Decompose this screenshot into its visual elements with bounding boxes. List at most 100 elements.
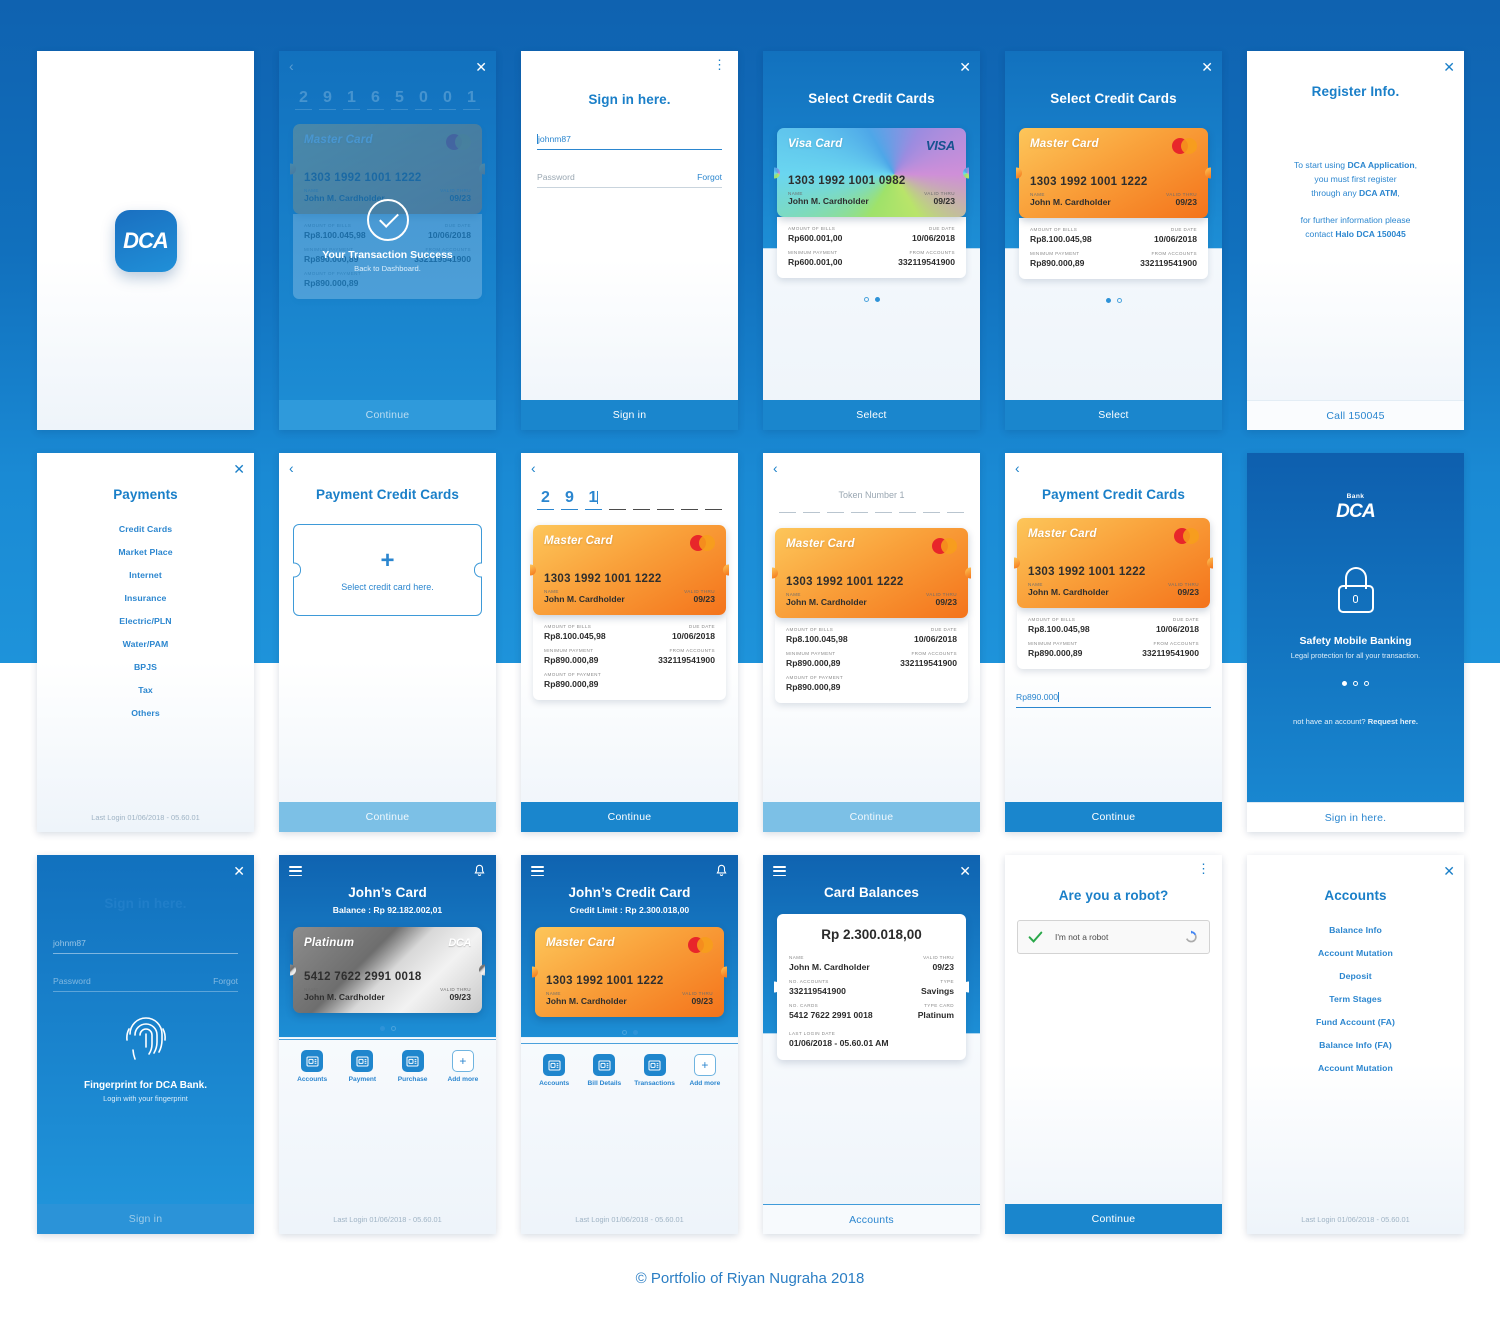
pin-digit[interactable]	[633, 489, 650, 510]
card-area[interactable]: Platinum DCA 5412 7622 2991 0018 NAME Jo…	[293, 927, 482, 1013]
continue-button[interactable]: Continue	[279, 802, 496, 832]
carousel-dot[interactable]	[1353, 681, 1358, 686]
token-digit[interactable]	[947, 510, 964, 513]
back-icon[interactable]: ‹	[531, 461, 536, 475]
menu-icon[interactable]	[773, 866, 786, 877]
back-icon[interactable]: ‹	[289, 461, 294, 475]
select-button[interactable]: Select	[1005, 400, 1222, 430]
password-field[interactable]: Password Forgot	[53, 976, 238, 992]
menu-item-water-pam[interactable]: Water/PAM	[37, 639, 254, 649]
captcha-widget[interactable]: I'm not a robot	[1017, 920, 1210, 954]
menu-item-account-mutation[interactable]: Account Mutation	[1247, 948, 1464, 958]
continue-button[interactable]: Continue	[279, 400, 496, 430]
username-field[interactable]: johnm87	[537, 134, 722, 150]
card-area[interactable]: Visa Card VISA 1303 1992 1001 0982 NAME …	[777, 128, 966, 278]
back-icon[interactable]: ‹	[1015, 461, 1020, 475]
carousel-dot-active[interactable]	[1105, 298, 1111, 303]
token-digit[interactable]	[851, 510, 868, 513]
menu-icon[interactable]	[531, 866, 544, 877]
menu-item-electric-pln[interactable]: Electric/PLN	[37, 616, 254, 626]
close-icon[interactable]: ✕	[959, 60, 971, 74]
quick-action-payment[interactable]: Payment	[340, 1050, 384, 1083]
pin-digit[interactable]	[657, 489, 674, 510]
signin-button[interactable]: Sign in	[37, 1204, 254, 1234]
menu-item-credit-cards[interactable]: Credit Cards	[37, 524, 254, 534]
pin-input[interactable]: 2 9 1	[521, 489, 738, 510]
carousel-dot[interactable]	[621, 1030, 627, 1035]
menu-item-others[interactable]: Others	[37, 708, 254, 718]
quick-action-accounts[interactable]: Accounts	[290, 1050, 334, 1083]
menu-item-market-place[interactable]: Market Place	[37, 547, 254, 557]
token-digit[interactable]	[803, 510, 820, 513]
pin-digit[interactable]: 9	[561, 489, 578, 510]
carousel-dots[interactable]	[763, 297, 980, 302]
password-field[interactable]: Password Forgot	[537, 172, 722, 188]
close-icon[interactable]: ✕	[1443, 60, 1455, 74]
pin-digit[interactable]	[705, 489, 722, 510]
menu-item-fund-account-fa[interactable]: Fund Account (FA)	[1247, 1017, 1464, 1027]
select-credit-card-dropzone[interactable]: + Select credit card here.	[293, 524, 482, 616]
quick-action-accounts[interactable]: Accounts	[532, 1054, 576, 1087]
payment-amount-field[interactable]: Rp890.000	[1016, 692, 1211, 708]
token-digit[interactable]	[899, 510, 916, 513]
select-button[interactable]: Select	[763, 400, 980, 430]
forgot-link[interactable]: Forgot	[213, 976, 238, 986]
menu-item-balance-info[interactable]: Balance Info	[1247, 925, 1464, 935]
menu-item-account-mutation-2[interactable]: Account Mutation	[1247, 1063, 1464, 1073]
forgot-link[interactable]: Forgot	[697, 172, 722, 182]
continue-button[interactable]: Continue	[521, 802, 738, 832]
call-button[interactable]: Call 150045	[1247, 400, 1464, 430]
menu-item-term-stages[interactable]: Term Stages	[1247, 994, 1464, 1004]
carousel-dot[interactable]	[1116, 298, 1122, 303]
token-digit[interactable]	[827, 510, 844, 513]
carousel-dots[interactable]	[1247, 681, 1464, 686]
signin-here-button[interactable]: Sign in here.	[1247, 802, 1464, 832]
quick-action-transactions[interactable]: Transactions	[633, 1054, 677, 1087]
close-icon[interactable]: ✕	[1443, 864, 1455, 878]
pin-digit[interactable]: 1	[585, 489, 602, 510]
carousel-dot-active[interactable]	[874, 297, 880, 302]
token-input[interactable]	[763, 510, 980, 513]
menu-item-insurance[interactable]: Insurance	[37, 593, 254, 603]
continue-button[interactable]: Continue	[763, 802, 980, 832]
bell-icon[interactable]	[474, 864, 485, 877]
menu-item-bpjs[interactable]: BPJS	[37, 662, 254, 672]
bell-icon[interactable]	[716, 864, 727, 877]
accounts-button[interactable]: Accounts	[763, 1204, 980, 1234]
close-icon[interactable]: ✕	[233, 462, 245, 476]
menu-item-tax[interactable]: Tax	[37, 685, 254, 695]
back-icon[interactable]: ‹	[773, 461, 778, 475]
token-digit[interactable]	[779, 510, 796, 513]
continue-button[interactable]: Continue	[1005, 802, 1222, 832]
token-digit[interactable]	[923, 510, 940, 513]
pin-digit[interactable]: 2	[537, 489, 554, 510]
username-field[interactable]: johnm87	[53, 938, 238, 954]
continue-button[interactable]: Continue	[1005, 1204, 1222, 1234]
close-icon[interactable]: ✕	[233, 864, 245, 878]
carousel-dot-active[interactable]	[1342, 681, 1347, 686]
carousel-dot[interactable]	[1364, 681, 1369, 686]
card-area[interactable]: Master Card 1303 1992 1001 1222 NAME Joh…	[535, 927, 724, 1017]
menu-item-internet[interactable]: Internet	[37, 570, 254, 580]
quick-action-add-more[interactable]: + Add more	[441, 1050, 485, 1083]
menu-item-deposit[interactable]: Deposit	[1247, 971, 1464, 981]
carousel-dot-active[interactable]	[379, 1026, 385, 1031]
signin-button[interactable]: Sign in	[521, 400, 738, 430]
close-icon[interactable]: ✕	[959, 864, 971, 878]
carousel-dot[interactable]	[863, 297, 869, 302]
menu-item-balance-info-fa[interactable]: Balance Info (FA)	[1247, 1040, 1464, 1050]
carousel-dots[interactable]	[521, 1030, 738, 1035]
quick-action-purchase[interactable]: Purchase	[391, 1050, 435, 1083]
menu-dots-icon[interactable]: ⋮	[1197, 862, 1210, 875]
token-digit[interactable]	[875, 510, 892, 513]
cta-link[interactable]: Request here.	[1368, 717, 1418, 726]
menu-dots-icon[interactable]: ⋮	[713, 58, 726, 71]
back-icon[interactable]: ‹	[289, 59, 294, 73]
carousel-dot-active[interactable]	[632, 1030, 638, 1035]
quick-action-bill-details[interactable]: Bill Details	[582, 1054, 626, 1087]
quick-action-add-more[interactable]: + Add more	[683, 1054, 727, 1087]
success-subtitle[interactable]: Back to Dashboard.	[279, 264, 496, 273]
carousel-dot[interactable]	[390, 1026, 396, 1031]
menu-icon[interactable]	[289, 866, 302, 877]
pin-digit[interactable]	[681, 489, 698, 510]
